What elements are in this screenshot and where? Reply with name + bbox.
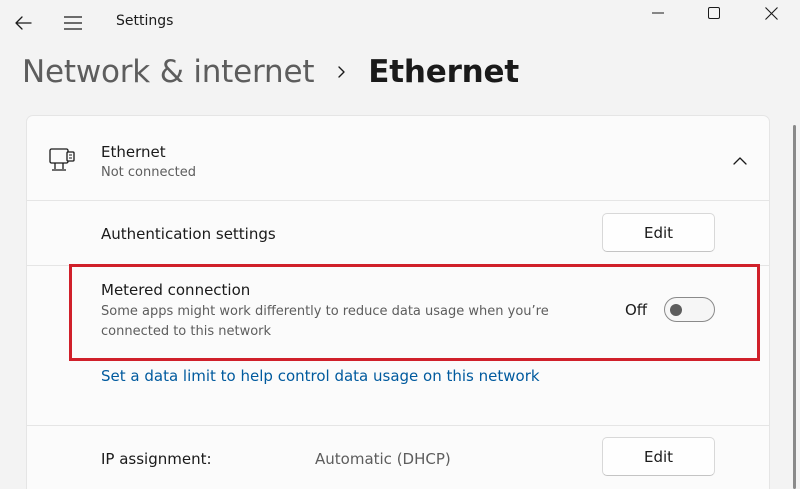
back-button[interactable] <box>6 6 40 40</box>
breadcrumb-separator <box>314 65 368 79</box>
title-bar: Settings <box>0 0 800 46</box>
chevron-up-icon <box>733 156 747 165</box>
ip-assignment-edit-button[interactable]: Edit <box>602 437 715 476</box>
authentication-settings-label: Authentication settings <box>101 225 276 243</box>
breadcrumb-network-internet[interactable]: Network & internet <box>22 54 314 90</box>
collapse-ethernet-button[interactable] <box>724 144 756 176</box>
ip-assignment-label: IP assignment: <box>101 450 212 468</box>
navigation-menu-button[interactable] <box>56 6 90 40</box>
ethernet-title: Ethernet <box>101 143 166 161</box>
authentication-edit-button[interactable]: Edit <box>602 213 715 252</box>
maximize-button[interactable] <box>686 0 742 26</box>
app-title: Settings <box>116 13 174 29</box>
breadcrumb: Network & internet Ethernet <box>22 50 519 94</box>
hamburger-menu-icon <box>64 16 82 30</box>
highlight-box <box>69 264 760 361</box>
page-title: Ethernet <box>368 54 519 90</box>
section-divider <box>27 200 769 201</box>
chevron-right-icon <box>338 66 345 78</box>
back-arrow-icon <box>15 16 32 30</box>
maximize-icon <box>708 7 720 19</box>
close-icon <box>764 6 778 20</box>
scrollbar-thumb[interactable] <box>793 125 796 489</box>
minimize-icon <box>652 12 664 14</box>
close-button[interactable] <box>743 0 799 26</box>
ethernet-status: Not connected <box>101 165 196 180</box>
ip-assignment-card: IP assignment: Automatic (DHCP) Edit <box>26 425 770 489</box>
ip-assignment-value: Automatic (DHCP) <box>315 450 451 468</box>
minimize-button[interactable] <box>630 0 686 26</box>
data-limit-link[interactable]: Set a data limit to help control data us… <box>101 367 540 385</box>
ethernet-icon <box>49 148 75 171</box>
